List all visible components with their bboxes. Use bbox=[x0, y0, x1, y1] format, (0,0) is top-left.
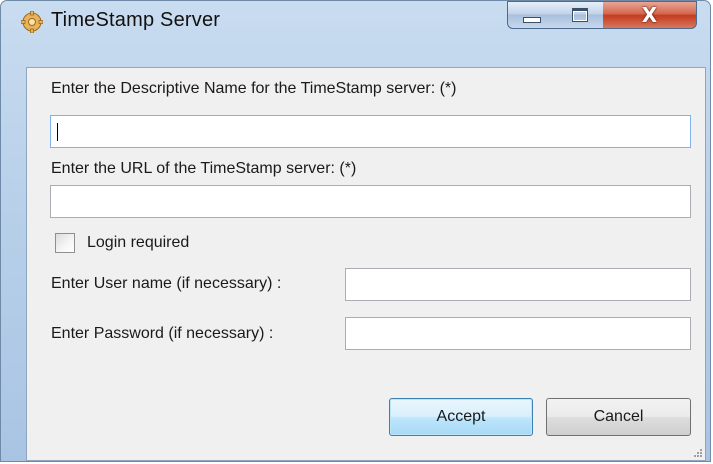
login-required-label[interactable]: Login required bbox=[87, 234, 189, 252]
url-label: Enter the URL of the TimeStamp server: (… bbox=[51, 160, 357, 177]
text-caret bbox=[57, 123, 58, 141]
window-title: TimeStamp Server bbox=[51, 9, 221, 31]
descriptive-name-input[interactable] bbox=[50, 115, 691, 148]
login-required-checkbox[interactable] bbox=[55, 233, 75, 253]
dialog-client-area: Enter the Descriptive Name for the TimeS… bbox=[26, 67, 706, 461]
username-input[interactable] bbox=[345, 268, 691, 301]
resize-grip-icon[interactable] bbox=[692, 447, 702, 457]
descriptive-name-label: Enter the Descriptive Name for the TimeS… bbox=[51, 80, 457, 97]
timestamp-server-dialog: TimeStamp Server X Enter the Descriptive… bbox=[0, 0, 711, 462]
maximize-icon bbox=[571, 8, 588, 22]
close-icon: X bbox=[641, 3, 658, 27]
title-bar[interactable]: TimeStamp Server X bbox=[1, 1, 710, 41]
url-input[interactable] bbox=[50, 185, 691, 218]
close-button[interactable]: X bbox=[603, 1, 697, 29]
minimize-button[interactable] bbox=[507, 1, 557, 29]
accept-button[interactable]: Accept bbox=[389, 398, 533, 436]
username-label: Enter User name (if necessary) : bbox=[51, 275, 282, 292]
cancel-button[interactable]: Cancel bbox=[546, 398, 691, 436]
puzzle-gear-icon bbox=[20, 10, 44, 34]
maximize-button[interactable] bbox=[556, 1, 604, 29]
minimize-icon bbox=[523, 17, 541, 23]
password-label: Enter Password (if necessary) : bbox=[51, 325, 274, 342]
password-input[interactable] bbox=[345, 317, 691, 350]
